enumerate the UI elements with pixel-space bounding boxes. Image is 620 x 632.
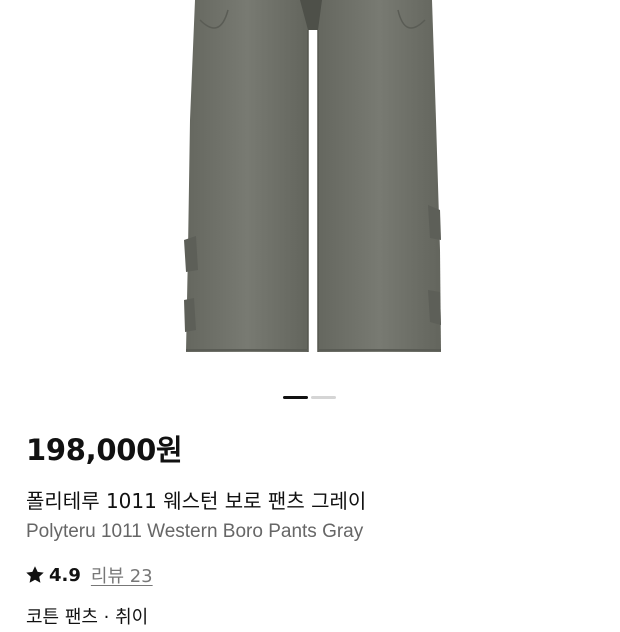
right-leg: [318, 0, 441, 352]
product-category: 코튼 팬츠 · 취이: [26, 607, 149, 628]
rating-value: 4.9: [49, 564, 81, 586]
product-image[interactable]: [0, 0, 620, 380]
pager-dot-active[interactable]: [283, 396, 308, 399]
left-leg: [186, 0, 308, 352]
product-name-english: Polyteru 1011 Western Boro Pants Gray: [26, 521, 364, 542]
reviews-link[interactable]: 리뷰 23: [91, 562, 153, 588]
pager-dot-inactive[interactable]: [311, 396, 336, 399]
image-pager: [283, 396, 336, 399]
rating-row: 4.9 리뷰 23: [24, 561, 153, 589]
pants-illustration: [184, 0, 441, 352]
product-price: 198,000원: [26, 433, 183, 467]
product-name-korean: 폴리테루 1011 웨스턴 보로 팬츠 그레이: [26, 489, 367, 513]
star-icon: [26, 566, 44, 583]
